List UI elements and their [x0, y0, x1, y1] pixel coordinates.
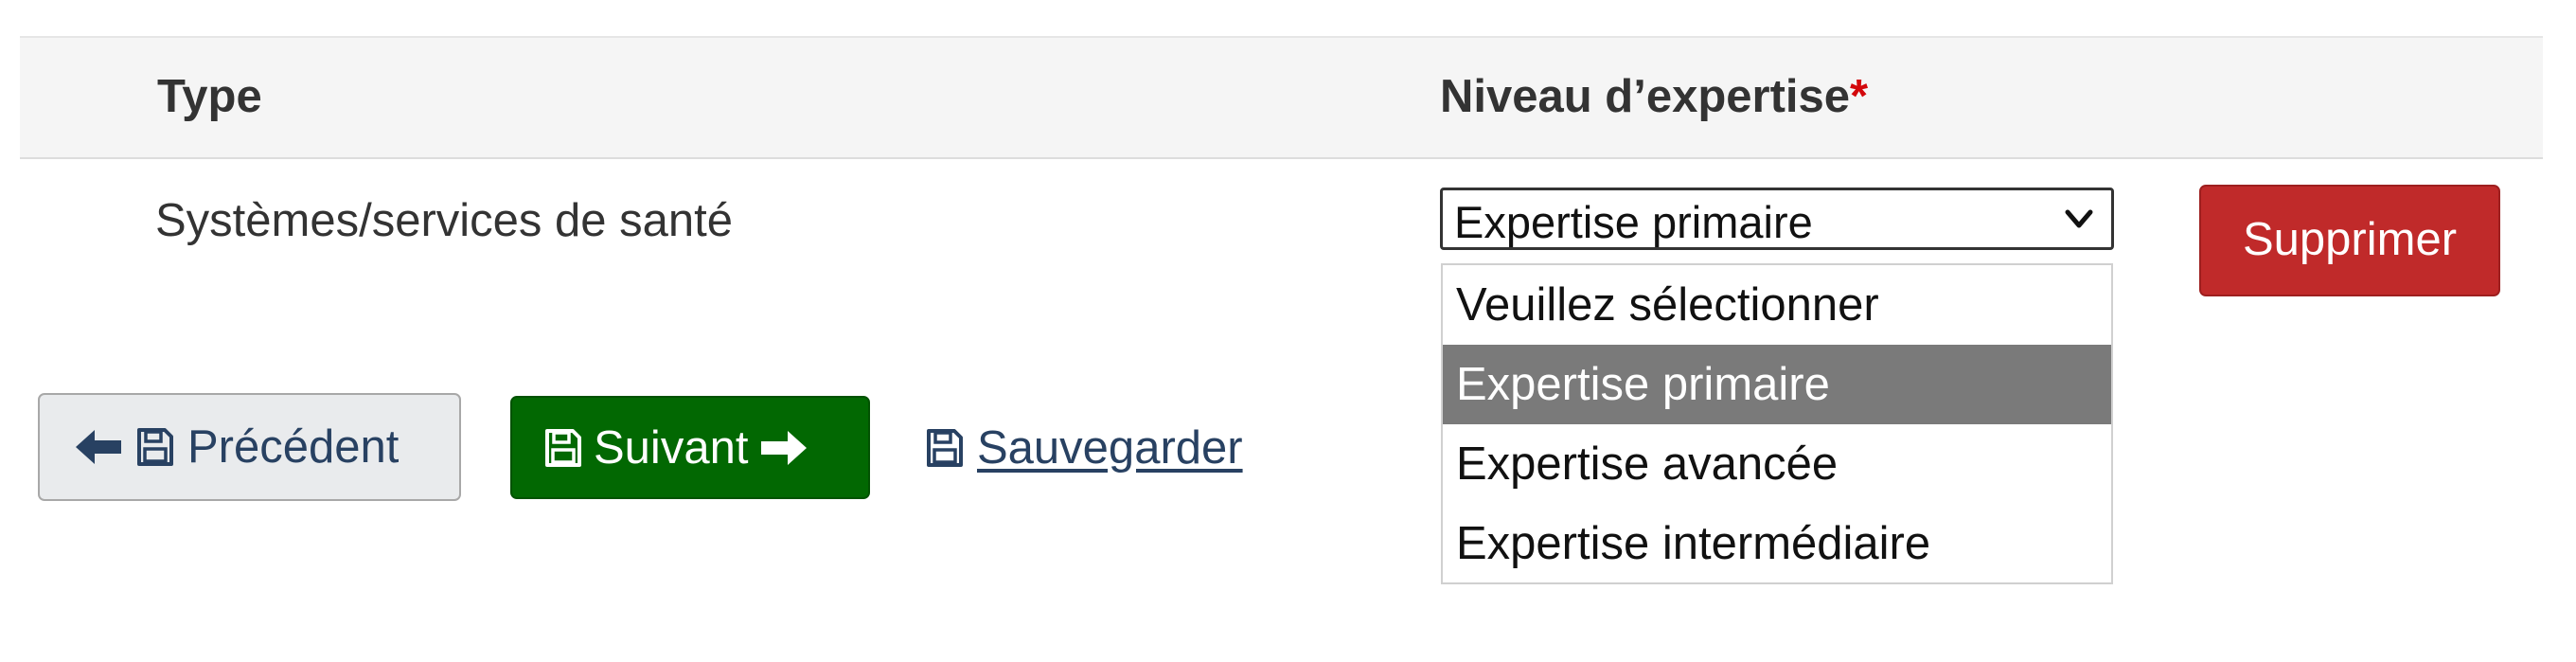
- expertise-level-select[interactable]: Expertise primaire: [1440, 188, 2114, 250]
- select-current-value: Expertise primaire: [1454, 197, 1813, 247]
- option-advanced-expertise[interactable]: Expertise avancée: [1443, 424, 2111, 504]
- arrow-right-icon: [759, 429, 808, 467]
- option-intermediate-expertise[interactable]: Expertise intermédiaire: [1443, 504, 2111, 583]
- floppy-disk-icon: [544, 428, 582, 468]
- cell-type-value: Systèmes/services de santé: [155, 195, 734, 246]
- expertise-form: Type Niveau d’expertise* Systèmes/servic…: [0, 0, 2576, 662]
- next-button[interactable]: Suivant: [510, 396, 870, 499]
- required-marker: *: [1850, 71, 1869, 122]
- floppy-disk-icon: [136, 427, 174, 467]
- save-link[interactable]: Sauvegarder: [926, 417, 1243, 479]
- previous-button-label: Précédent: [187, 421, 400, 473]
- dropdown-list: Veuillez sélectionner Expertise primaire…: [1441, 263, 2113, 584]
- previous-button[interactable]: Précédent: [38, 393, 461, 501]
- next-button-label: Suivant: [594, 421, 749, 474]
- table-header: Type Niveau d’expertise*: [20, 36, 2543, 159]
- column-header-level: Niveau d’expertise*: [1440, 70, 1868, 123]
- arrow-left-icon: [74, 428, 123, 466]
- option-please-select[interactable]: Veuillez sélectionner: [1443, 265, 2111, 345]
- column-header-level-label: Niveau d’expertise: [1440, 71, 1851, 122]
- option-primary-expertise[interactable]: Expertise primaire: [1443, 345, 2111, 424]
- column-header-type: Type: [157, 71, 262, 122]
- chevron-down-icon: [2058, 198, 2100, 240]
- save-link-label: Sauvegarder: [977, 422, 1243, 474]
- floppy-disk-icon: [926, 428, 964, 468]
- delete-button[interactable]: Supprimer: [2199, 185, 2500, 296]
